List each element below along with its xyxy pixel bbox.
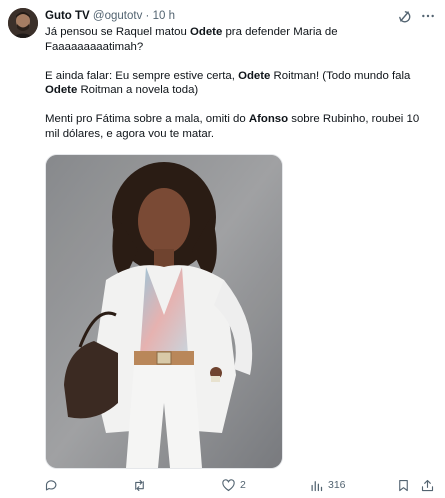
retweet-button[interactable] bbox=[132, 477, 147, 493]
retweet-icon bbox=[135, 479, 144, 491]
view-count: 316 bbox=[328, 479, 346, 491]
text-span: Menti pro Fátima sobre a mala, omiti do bbox=[45, 113, 249, 125]
like-button[interactable]: 2 bbox=[221, 477, 246, 493]
text-bold: Odete bbox=[190, 26, 223, 38]
text-bold: Odete bbox=[238, 69, 271, 82]
bookmark-button[interactable] bbox=[396, 477, 411, 493]
separator-dot: · bbox=[145, 10, 150, 22]
text-span: Roitman! (Todo mundo fala bbox=[270, 69, 411, 82]
reply-button[interactable] bbox=[44, 477, 59, 493]
bookmark-icon bbox=[399, 479, 408, 491]
share-icon bbox=[421, 479, 434, 491]
views-icon bbox=[311, 480, 323, 491]
text-span: Já pensou se Raquel matou bbox=[45, 26, 191, 38]
grok-icon[interactable] bbox=[397, 9, 412, 24]
tweet-photo[interactable] bbox=[45, 154, 283, 469]
tweet-text: Já pensou se Raquel matou Odete pra defe… bbox=[45, 25, 430, 156]
action-bar: 2 316 bbox=[0, 476, 445, 496]
timestamp[interactable]: 10 h bbox=[153, 10, 175, 22]
views-button[interactable]: 316 bbox=[309, 477, 346, 493]
text-span: Roitman a novela toda) bbox=[77, 84, 199, 96]
share-button[interactable] bbox=[420, 477, 435, 493]
text-bold: Afonso bbox=[248, 113, 289, 125]
author-handle[interactable]: @ogutotv bbox=[93, 10, 142, 22]
like-icon bbox=[222, 478, 235, 491]
paragraph-3: Menti pro Fátima sobre a mala, omiti do … bbox=[45, 112, 430, 141]
paragraph-2: E ainda falar: Eu sempre estive certa, O… bbox=[45, 69, 430, 98]
text-bold: Odete bbox=[45, 84, 78, 96]
avatar[interactable] bbox=[8, 8, 38, 38]
paragraph-1: Já pensou se Raquel matou Odete pra defe… bbox=[45, 25, 430, 54]
tweet-header: Guto TV @ogutotv · 10 h bbox=[45, 9, 175, 23]
like-count: 2 bbox=[240, 479, 246, 491]
author-name[interactable]: Guto TV bbox=[45, 10, 90, 22]
more-icon[interactable] bbox=[420, 8, 436, 24]
text-span: E ainda falar: Eu sempre estive certa, bbox=[45, 69, 239, 82]
tweet: Guto TV @ogutotv · 10 h Já pensou se Raq… bbox=[0, 0, 445, 498]
reply-icon bbox=[45, 479, 57, 490]
